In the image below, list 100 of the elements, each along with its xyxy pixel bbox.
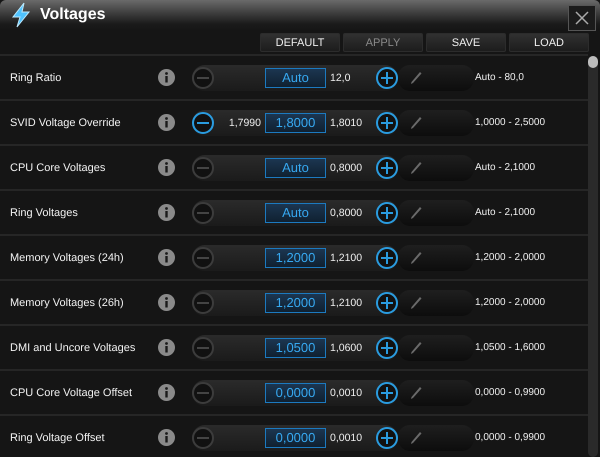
minus-icon [197, 166, 209, 168]
edit-field[interactable] [398, 154, 474, 180]
info-icon[interactable] [158, 249, 175, 266]
next-value: 1,2100 [329, 252, 364, 264]
pencil-icon [410, 430, 422, 444]
plus-button[interactable] [376, 156, 398, 178]
minus-icon [197, 302, 209, 304]
info-icon[interactable] [158, 114, 175, 131]
setting-label: SVID Voltage Override [10, 116, 122, 128]
plus-icon [381, 432, 393, 444]
setting-label: DMI and Uncore Voltages [10, 342, 136, 354]
pencil-icon [410, 340, 422, 354]
setting-label: Memory Voltages (24h) [10, 252, 125, 264]
toolbar-button[interactable]: SAVE [426, 33, 506, 52]
close-button[interactable] [568, 5, 596, 31]
scrollbar[interactable] [588, 56, 598, 457]
pencil-icon [410, 70, 422, 84]
range-text: 0,0000 - 0,9900 [475, 432, 546, 443]
minus-icon [197, 212, 209, 214]
range-text: 0,0000 - 0,9900 [475, 387, 546, 398]
value-field[interactable]: Auto [265, 202, 326, 222]
info-icon[interactable] [158, 69, 175, 86]
edit-field[interactable] [398, 244, 474, 270]
pencil-icon [410, 296, 422, 310]
value-field[interactable]: Auto [265, 68, 326, 88]
edit-field[interactable] [398, 334, 474, 360]
minus-icon [197, 256, 209, 258]
value-field[interactable]: 0,0000 [265, 382, 326, 402]
pencil-icon [410, 116, 422, 130]
setting-label: Ring Voltages [10, 206, 79, 218]
edit-field[interactable] [398, 110, 474, 136]
range-text: Auto - 2,1000 [475, 162, 536, 173]
info-icon[interactable] [158, 384, 175, 401]
range-text: 1,2000 - 2,0000 [475, 297, 546, 308]
plus-icon [381, 342, 393, 354]
value-field[interactable]: 0,0000 [265, 428, 326, 448]
range-text: Auto - 2,1000 [475, 207, 536, 218]
edit-field[interactable] [398, 290, 474, 316]
edit-field[interactable] [398, 380, 474, 406]
pencil-icon [410, 206, 422, 220]
setting-label: CPU Core Voltages [10, 162, 106, 174]
toolbar-button[interactable]: DEFAULT [260, 33, 340, 52]
pencil-icon [410, 160, 422, 174]
next-value: 0,8000 [329, 162, 364, 174]
range-text: 1,0000 - 2,5000 [475, 117, 546, 128]
range-text: Auto - 80,0 [475, 72, 525, 83]
plus-button[interactable] [376, 292, 398, 314]
setting-label: Ring Voltage Offset [10, 432, 106, 444]
setting-label: Memory Voltages (26h) [10, 296, 125, 308]
plus-icon [381, 116, 393, 128]
value-field[interactable]: 1,2000 [265, 248, 326, 268]
range-text: 1,0500 - 1,6000 [475, 342, 546, 353]
minus-icon [197, 392, 209, 394]
lightning-icon [10, 2, 32, 28]
pencil-icon [410, 386, 422, 400]
plus-icon [381, 296, 393, 308]
info-icon[interactable] [158, 204, 175, 221]
next-value: 12,0 [329, 72, 352, 84]
setting-label: CPU Core Voltage Offset [10, 386, 134, 398]
setting-label: Ring Ratio [10, 72, 62, 84]
plus-button[interactable] [376, 246, 398, 268]
range-text: 1,2000 - 2,0000 [475, 252, 546, 263]
value-field[interactable]: 1,8000 [265, 112, 326, 132]
next-value: 0,0010 [329, 386, 364, 398]
next-value: 1,8010 [329, 116, 364, 128]
pencil-icon [410, 250, 422, 264]
plus-icon [381, 162, 393, 174]
plus-icon [381, 386, 393, 398]
edit-field[interactable] [398, 64, 474, 90]
plus-button[interactable] [376, 112, 398, 134]
toolbar-button[interactable]: LOAD [509, 33, 589, 52]
plus-button[interactable] [376, 336, 398, 358]
plus-button[interactable] [376, 66, 398, 88]
plus-icon [381, 252, 393, 264]
next-value: 0,8000 [329, 206, 364, 218]
plus-button[interactable] [376, 202, 398, 224]
info-icon[interactable] [158, 294, 175, 311]
close-icon [575, 11, 589, 25]
minus-icon [197, 346, 209, 348]
info-icon[interactable] [158, 429, 175, 446]
next-value: 0,0010 [329, 432, 364, 444]
scrollbar-thumb[interactable] [588, 56, 598, 68]
minus-icon [197, 76, 209, 78]
info-icon[interactable] [158, 339, 175, 356]
value-field[interactable]: 1,2000 [265, 292, 326, 312]
next-value: 1,2100 [329, 296, 364, 308]
info-icon[interactable] [158, 159, 175, 176]
plus-button[interactable] [376, 426, 398, 448]
value-field[interactable]: Auto [265, 158, 326, 178]
plus-button[interactable] [376, 382, 398, 404]
minus-button[interactable] [192, 112, 214, 134]
value-field[interactable]: 1,0500 [265, 338, 326, 358]
plus-icon [381, 206, 393, 218]
minus-icon [197, 122, 209, 124]
edit-field[interactable] [398, 200, 474, 226]
previous-value: 1,7990 [228, 116, 262, 128]
edit-field[interactable] [398, 424, 474, 450]
window-title: Voltages [40, 6, 106, 24]
minus-icon [197, 436, 209, 438]
plus-icon [381, 72, 393, 84]
